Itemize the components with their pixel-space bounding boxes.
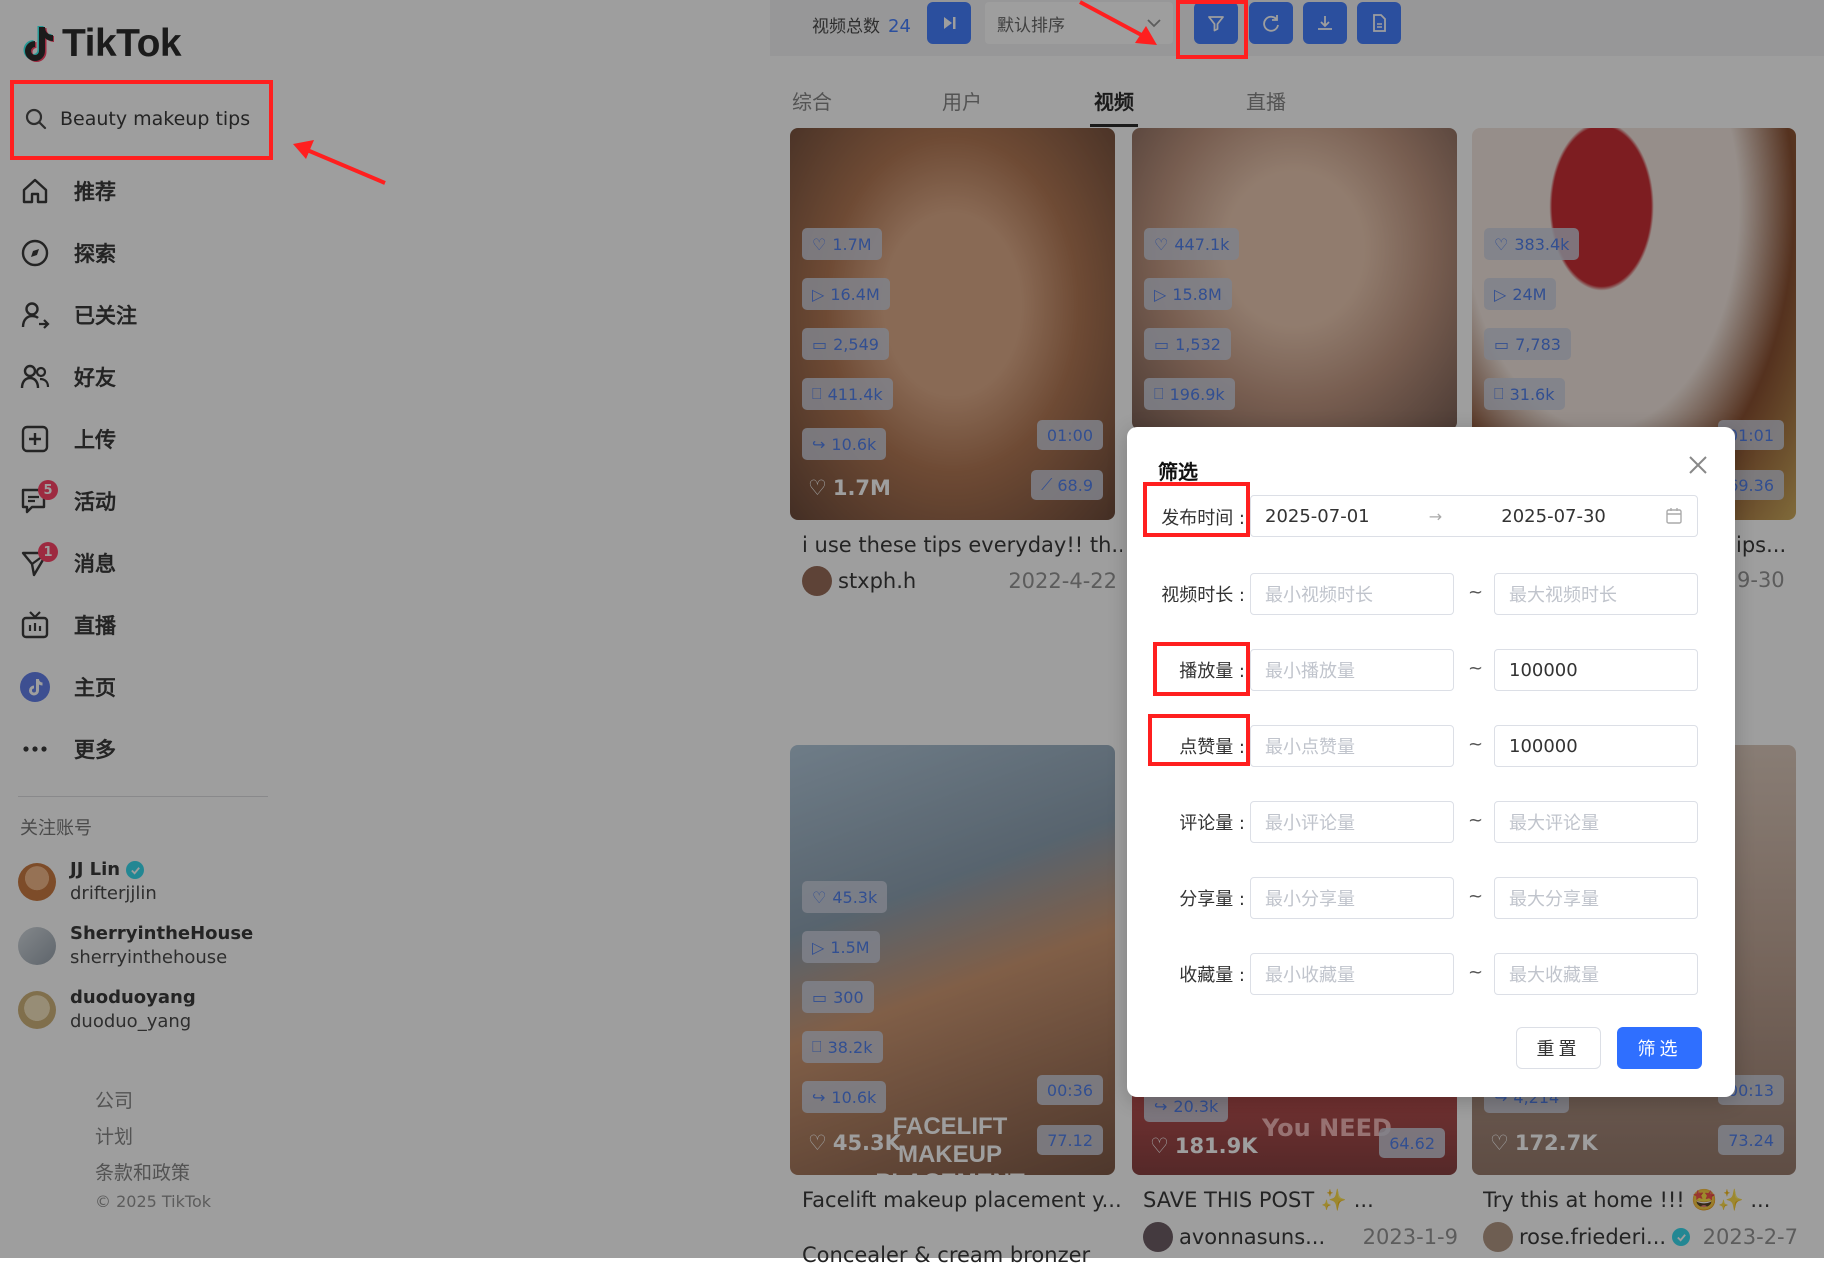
annotation-box-likes bbox=[1148, 714, 1250, 766]
calendar-icon bbox=[1666, 508, 1682, 524]
range-separator: ~ bbox=[1468, 886, 1484, 907]
min-plays-input[interactable]: 最小播放量 bbox=[1250, 649, 1454, 691]
shares-label: 分享量 : bbox=[1179, 889, 1245, 910]
date-end[interactable]: 2025-07-30 bbox=[1501, 506, 1606, 527]
annotation-arrow-search bbox=[293, 140, 386, 185]
max-comments-input[interactable]: 最大评论量 bbox=[1494, 801, 1698, 843]
max-plays-input[interactable]: 100000 bbox=[1494, 649, 1698, 691]
apply-filter-button[interactable]: 筛选 bbox=[1617, 1027, 1702, 1069]
min-saves-input[interactable]: 最小收藏量 bbox=[1250, 953, 1454, 995]
range-separator: ~ bbox=[1468, 658, 1484, 679]
annotation-box-filter-button bbox=[1176, 0, 1248, 59]
min-comments-input[interactable]: 最小评论量 bbox=[1250, 801, 1454, 843]
annotation-arrow-filter bbox=[1079, 0, 1157, 45]
max-saves-input[interactable]: 最大收藏量 bbox=[1494, 953, 1698, 995]
range-separator: ~ bbox=[1468, 582, 1484, 603]
modal-title: 筛选 bbox=[1158, 460, 1198, 484]
saves-label: 收藏量 : bbox=[1179, 965, 1245, 986]
max-likes-input[interactable]: 100000 bbox=[1494, 725, 1698, 767]
arrow-right-icon: → bbox=[1428, 506, 1443, 526]
comments-label: 评论量 : bbox=[1179, 813, 1245, 834]
annotation-box-search bbox=[10, 80, 273, 160]
min-likes-input[interactable]: 最小点赞量 bbox=[1250, 725, 1454, 767]
range-separator: ~ bbox=[1468, 734, 1484, 755]
min-duration-input[interactable]: 最小视频时长 bbox=[1250, 573, 1454, 615]
range-separator: ~ bbox=[1468, 810, 1484, 831]
date-start[interactable]: 2025-07-01 bbox=[1265, 506, 1370, 527]
min-shares-input[interactable]: 最小分享量 bbox=[1250, 877, 1454, 919]
annotation-box-plays bbox=[1153, 642, 1250, 696]
annotation-box-publish-date bbox=[1143, 482, 1250, 537]
date-range-picker[interactable]: 2025-07-01 → 2025-07-30 bbox=[1250, 495, 1698, 537]
close-icon[interactable] bbox=[1685, 452, 1711, 478]
duration-label: 视频时长 : bbox=[1161, 585, 1245, 606]
max-duration-input[interactable]: 最大视频时长 bbox=[1494, 573, 1698, 615]
max-shares-input[interactable]: 最大分享量 bbox=[1494, 877, 1698, 919]
reset-button[interactable]: 重置 bbox=[1516, 1027, 1601, 1069]
range-separator: ~ bbox=[1468, 962, 1484, 983]
